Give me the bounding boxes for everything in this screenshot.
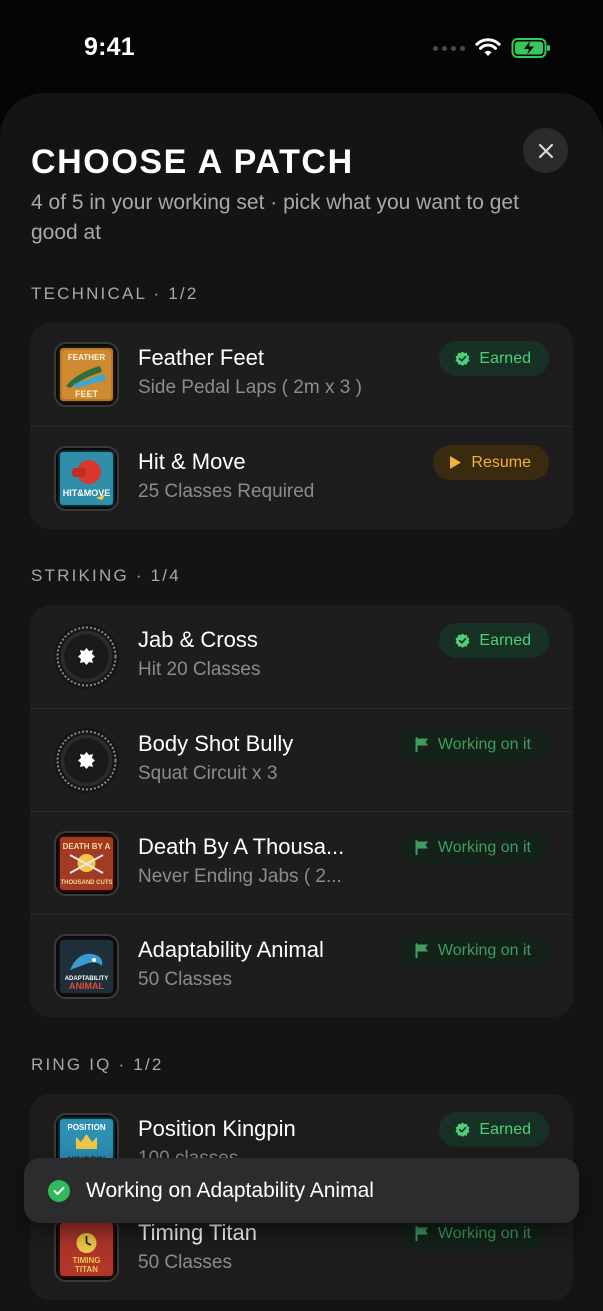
flag-icon xyxy=(415,943,428,958)
feather-feet-patch-image: FEATHER FEET xyxy=(54,342,119,407)
section-card-technical: FEATHER FEET Feather Feet Side Pedal Lap… xyxy=(30,323,573,529)
svg-text:FEATHER: FEATHER xyxy=(68,353,105,362)
status-badge-working: Working on it xyxy=(398,727,549,762)
svg-text:TIMING: TIMING xyxy=(73,1256,101,1265)
status-bar: 9:41 xyxy=(0,0,603,95)
patch-name: Jab & Cross xyxy=(138,627,258,652)
patch-name: Body Shot Bully xyxy=(138,731,294,756)
checkmark-circle-icon xyxy=(48,1179,70,1202)
list-item[interactable]: DEATH BY A THOUSAND CUTS Death By A Thou… xyxy=(30,811,573,914)
status-badge-earned: Earned xyxy=(439,623,549,658)
list-item[interactable]: HIT&MOVE Hit & Move 25 Classes Required … xyxy=(30,426,573,529)
patch-name: Hit & Move xyxy=(138,449,246,474)
page-title: CHOOSE A PATCH xyxy=(31,143,354,181)
close-icon xyxy=(538,143,553,158)
patch-requirement: Hit 20 Classes xyxy=(138,659,261,680)
patch-name: Death By A Thousa... xyxy=(138,834,345,859)
page-subtitle: 4 of 5 in your working set · pick what y… xyxy=(31,191,519,244)
section-label: TECHNICAL xyxy=(31,284,147,303)
list-item[interactable]: Body Shot Bully Squat Circuit x 3 Workin… xyxy=(30,708,573,811)
status-badge-earned: Earned xyxy=(439,341,549,376)
shield-check-icon xyxy=(455,633,470,648)
status-time: 9:41 xyxy=(84,33,135,61)
death-by-a-thousand-cuts-patch-image: DEATH BY A THOUSAND CUTS xyxy=(54,831,119,896)
section-card-striking: Jab & Cross Hit 20 Classes Earned Body S… xyxy=(30,605,573,1017)
svg-text:FEET: FEET xyxy=(75,389,99,399)
svg-text:THOUSAND CUTS: THOUSAND CUTS xyxy=(61,880,113,886)
patch-requirement: Never Ending Jabs ( 2... xyxy=(138,866,342,887)
shield-check-icon xyxy=(455,351,470,366)
play-icon xyxy=(450,456,462,469)
section-count: · 1/4 xyxy=(135,566,181,585)
patch-requirement: 50 Classes xyxy=(138,969,232,990)
patch-requirement: 50 Classes xyxy=(138,1252,232,1273)
section-count: · 1/2 xyxy=(118,1055,164,1074)
body-shot-bully-patch-image xyxy=(54,728,119,793)
svg-text:ANIMAL: ANIMAL xyxy=(69,981,104,991)
cellular-signal-icon xyxy=(433,45,465,51)
shield-check-icon xyxy=(455,1122,470,1137)
section-label: STRIKING xyxy=(31,566,129,585)
toast-message: Working on Adaptability Animal xyxy=(86,1178,374,1202)
battery-charging-icon xyxy=(511,38,550,58)
section-label: RING IQ xyxy=(31,1055,112,1074)
status-badge-working: Working on it xyxy=(398,830,549,865)
patch-name: Adaptability Animal xyxy=(138,937,324,962)
status-icons xyxy=(433,36,551,60)
adaptability-animal-patch-image: ADAPTABILITY ANIMAL xyxy=(54,934,119,999)
list-item[interactable]: ADAPTABILITY ANIMAL Adaptability Animal … xyxy=(30,914,573,1017)
patch-requirement: Squat Circuit x 3 xyxy=(138,763,278,784)
hit-and-move-patch-image: HIT&MOVE xyxy=(54,446,119,511)
list-item[interactable]: Jab & Cross Hit 20 Classes Earned xyxy=(30,605,573,708)
svg-text:DEATH BY A: DEATH BY A xyxy=(63,842,111,851)
patch-name: Timing Titan xyxy=(138,1220,258,1245)
status-badge-working: Working on it xyxy=(398,933,549,968)
status-badge-earned: Earned xyxy=(439,1112,549,1147)
patch-name: Position Kingpin xyxy=(138,1116,296,1141)
section-header-ring-iq: RING IQ · 1/2 xyxy=(31,1055,164,1075)
timing-titan-patch-image: TIMING TITAN xyxy=(54,1217,119,1282)
toast-notification: Working on Adaptability Animal xyxy=(24,1158,579,1223)
close-button[interactable] xyxy=(523,128,568,173)
patch-requirement: Side Pedal Laps ( 2m x 3 ) xyxy=(138,377,362,398)
section-header-striking: STRIKING · 1/4 xyxy=(31,566,181,586)
svg-text:POSITION: POSITION xyxy=(67,1123,105,1132)
flag-icon xyxy=(415,1226,428,1241)
jab-and-cross-patch-image xyxy=(54,624,119,689)
resume-button[interactable]: Resume xyxy=(433,445,549,480)
section-header-technical: TECHNICAL · 1/2 xyxy=(31,284,199,304)
flag-icon xyxy=(415,737,428,752)
svg-text:TITAN: TITAN xyxy=(75,1265,98,1274)
section-count: · 1/2 xyxy=(153,284,199,303)
flag-icon xyxy=(415,840,428,855)
patch-name: Feather Feet xyxy=(138,345,264,370)
wifi-icon xyxy=(475,38,501,56)
patch-requirement: 25 Classes Required xyxy=(138,481,315,502)
choose-patch-sheet: CHOOSE A PATCH 4 of 5 in your working se… xyxy=(0,93,603,1311)
list-item[interactable]: FEATHER FEET Feather Feet Side Pedal Lap… xyxy=(30,323,573,426)
